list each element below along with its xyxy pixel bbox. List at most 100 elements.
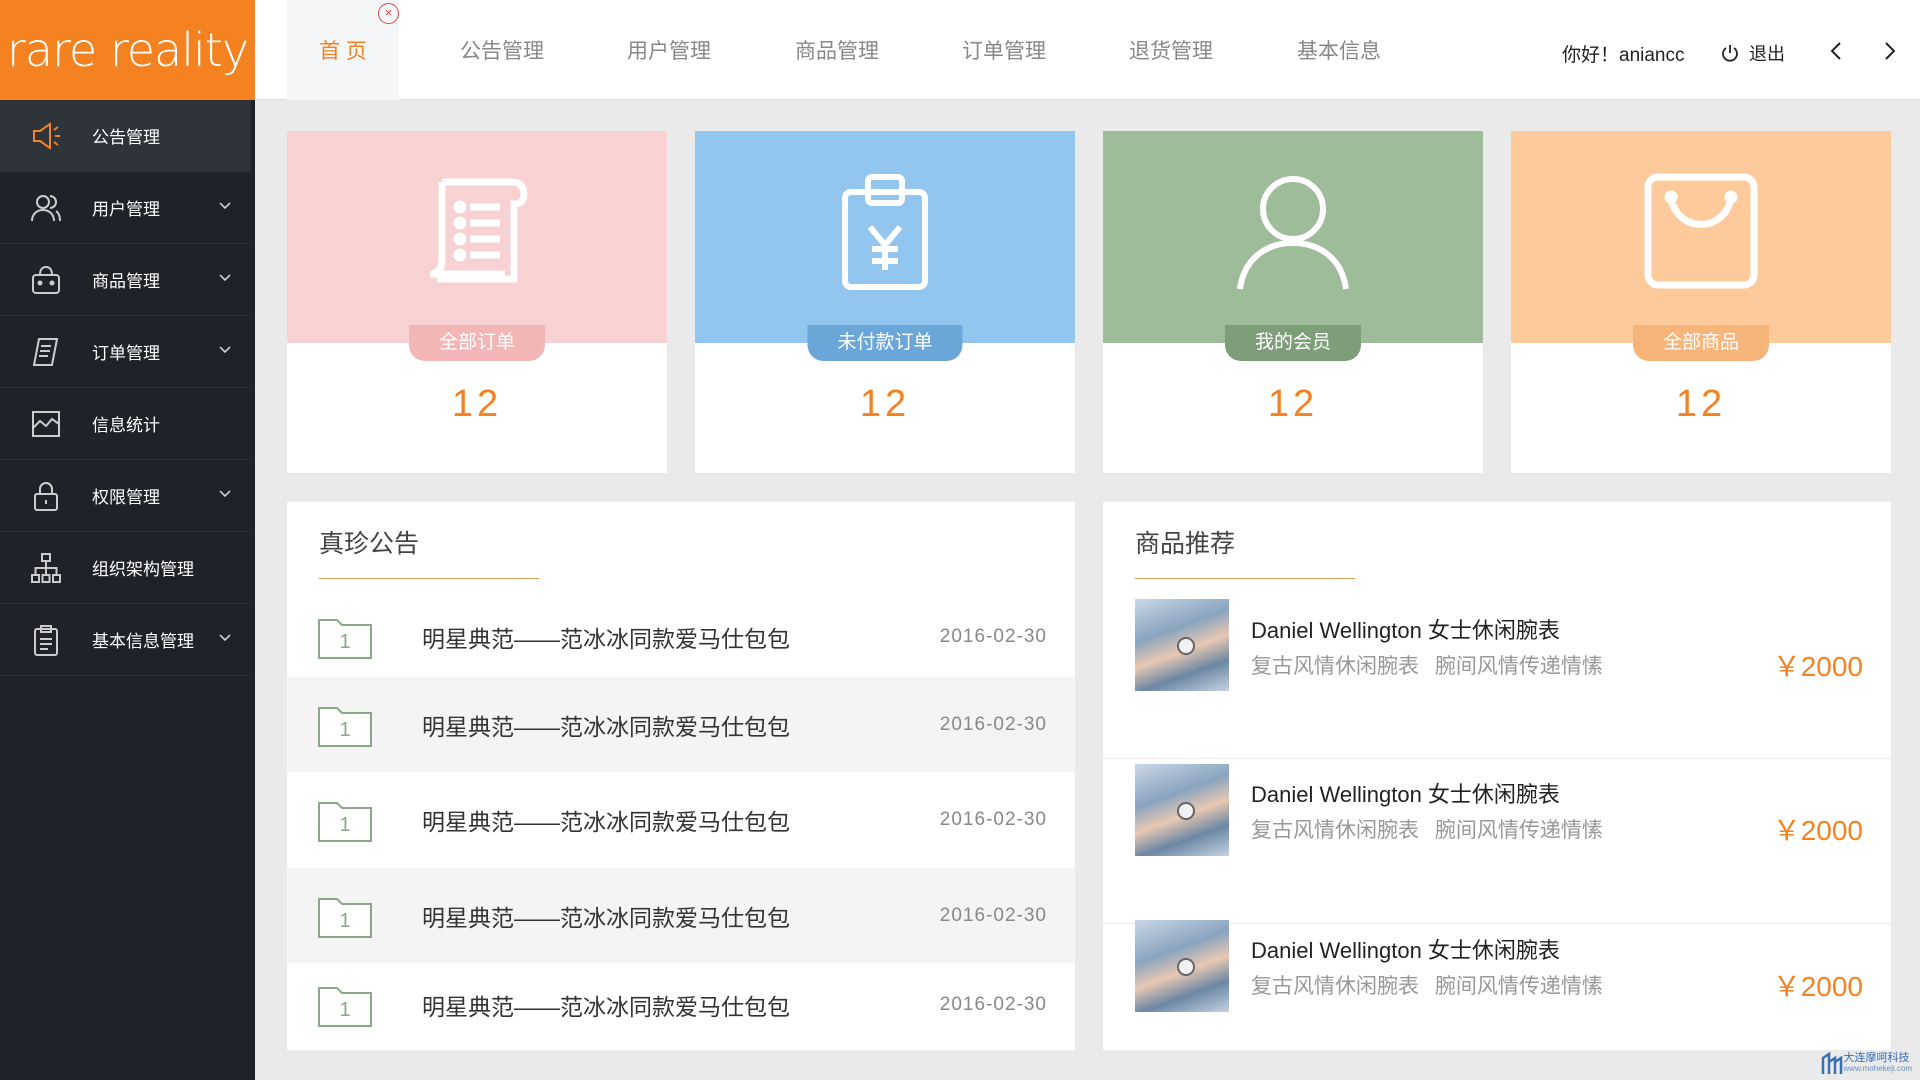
notice-title: 明星典范——范冰冰同款爱马仕包包: [422, 904, 790, 931]
stat-value: 12: [1675, 383, 1727, 425]
product-name: Daniel Wellington 女士休闲腕表: [1251, 938, 1560, 963]
list-item[interactable]: 1 明星典范——范冰冰同款爱马仕包包 2016-02-30: [287, 772, 1075, 867]
tab-returns[interactable]: 退货管理: [1116, 0, 1226, 100]
sidebar-item-label: 信息统计: [92, 416, 160, 435]
megaphone-icon: [28, 118, 64, 154]
product-price: ￥2000: [1772, 971, 1863, 1002]
notice-number: 1: [339, 719, 351, 741]
notice-title: 明星典范——范冰冰同款爱马仕包包: [422, 808, 790, 835]
product-image[interactable]: [1135, 764, 1229, 856]
logout-label: 退出: [1749, 44, 1785, 64]
tab-notices[interactable]: 公告管理: [447, 0, 557, 100]
notice-date: 2016-02-30: [939, 808, 1047, 830]
top-navigation: 首 页 × 公告管理 用户管理 商品管理 订单管理 退货管理 基本信息 你好！a…: [255, 0, 1920, 100]
sidebar-item-basic-info[interactable]: 基本信息管理: [0, 604, 251, 676]
product-name: Daniel Wellington 女士休闲腕表: [1251, 618, 1560, 643]
list-item[interactable]: 1 明星典范——范冰冰同款爱马仕包包 2016-02-30: [287, 589, 1075, 684]
sidebar-item-label: 组织架构管理: [92, 560, 194, 579]
sidebar-item-products[interactable]: 商品管理: [0, 244, 251, 316]
bag-icon: [1644, 173, 1758, 289]
logout-button[interactable]: 退出: [1720, 40, 1785, 66]
list-item[interactable]: 1 明星典范——范冰冰同款爱马仕包包 2016-02-30: [287, 957, 1075, 1052]
chevron-down-icon: [219, 490, 231, 498]
product-item[interactable]: Daniel Wellington 女士休闲腕表 复古风情休闲腕表 腕间风情传递…: [1103, 920, 1891, 1080]
notice-date: 2016-02-30: [939, 713, 1047, 735]
product-panel-title: 商品推荐: [1135, 524, 1355, 579]
tab-basic-info[interactable]: 基本信息: [1284, 0, 1394, 100]
sidebar-item-label: 基本信息管理: [92, 632, 194, 651]
sidebar-item-label: 公告管理: [92, 128, 160, 147]
list-item[interactable]: 1 明星典范——范冰冰同款爱马仕包包 2016-02-30: [287, 868, 1075, 963]
notice-number: 1: [339, 910, 351, 932]
product-image[interactable]: [1135, 920, 1229, 1012]
product-description: 复古风情休闲腕表 腕间风情传递情愫: [1251, 975, 1603, 998]
stat-card-unpaid-orders[interactable]: 未付款订单 12: [695, 131, 1075, 473]
product-description: 复古风情休闲腕表 腕间风情传递情愫: [1251, 655, 1603, 678]
close-tab-icon[interactable]: ×: [378, 3, 399, 24]
product-description: 复古风情休闲腕表 腕间风情传递情愫: [1251, 819, 1603, 842]
stat-value: 12: [1267, 383, 1319, 425]
chevron-right-icon[interactable]: [1879, 40, 1899, 62]
sidebar-item-label: 用户管理: [92, 200, 160, 219]
order-scroll-icon: [429, 178, 528, 283]
chevron-down-icon: [219, 346, 231, 354]
app-logo[interactable]: rare reality: [0, 0, 255, 100]
sidebar-item-statistics[interactable]: 信息统计: [0, 388, 251, 460]
sidebar-item-label: 订单管理: [92, 344, 160, 363]
tab-users[interactable]: 用户管理: [614, 0, 724, 100]
tab-products[interactable]: 商品管理: [782, 0, 892, 100]
sidebar-item-organization[interactable]: 组织架构管理: [0, 532, 251, 604]
notice-number: 1: [339, 999, 351, 1021]
notice-panel-title: 真珍公告: [319, 524, 539, 579]
stat-card-members[interactable]: 我的会员 12: [1103, 131, 1483, 473]
stat-label: 未付款订单: [807, 325, 963, 361]
shopping-basket-icon: [28, 262, 64, 298]
product-price: ￥2000: [1772, 651, 1863, 682]
sidebar-item-permissions[interactable]: 权限管理: [0, 460, 251, 532]
stat-card-all-orders[interactable]: 全部订单 12: [287, 131, 667, 473]
org-chart-icon: [28, 550, 64, 586]
product-name: Daniel Wellington 女士休闲腕表: [1251, 782, 1560, 807]
watermark-text: 大连摩呵科技: [1843, 1051, 1910, 1064]
product-item[interactable]: Daniel Wellington 女士休闲腕表 复古风情休闲腕表 腕间风情传递…: [1103, 599, 1891, 759]
tab-orders[interactable]: 订单管理: [949, 0, 1059, 100]
notice-title: 明星典范——范冰冰同款爱马仕包包: [422, 713, 790, 740]
notice-date: 2016-02-30: [939, 625, 1047, 647]
sidebar-item-orders[interactable]: 订单管理: [0, 316, 251, 388]
watermark-url: www.mohekeji.com: [1843, 1063, 1912, 1073]
notice-date: 2016-02-30: [939, 904, 1047, 926]
sidebar-item-label: 权限管理: [92, 488, 160, 507]
stat-value: 12: [451, 383, 503, 425]
sidebar-item-label: 商品管理: [92, 272, 160, 291]
user-greeting: 你好！aniancc: [1562, 45, 1685, 66]
product-item[interactable]: Daniel Wellington 女士休闲腕表 复古风情休闲腕表 腕间风情传递…: [1103, 764, 1891, 924]
notice-number: 1: [339, 631, 351, 653]
notice-date: 2016-02-30: [939, 993, 1047, 1015]
stat-label: 全部商品: [1632, 325, 1770, 361]
order-list-icon: [28, 334, 64, 370]
lock-icon: [28, 478, 64, 514]
product-price: ￥2000: [1772, 815, 1863, 846]
company-logo-icon: [1821, 1051, 1842, 1074]
member-icon: [1237, 176, 1349, 290]
clipboard-icon: [28, 622, 64, 658]
product-image[interactable]: [1135, 599, 1229, 691]
sidebar-item-notices[interactable]: 公告管理: [0, 100, 251, 172]
product-panel: 商品推荐 Daniel Wellington 女士休闲腕表 复古风情休闲腕表 腕…: [1103, 502, 1891, 1050]
chevron-down-icon: [219, 202, 231, 210]
users-icon: [28, 190, 64, 226]
stat-value: 12: [859, 383, 911, 425]
unpaid-clipboard-icon: [842, 174, 928, 290]
power-icon: [1722, 45, 1738, 62]
list-item[interactable]: 1 明星典范——范冰冰同款爱马仕包包 2016-02-30: [287, 677, 1075, 772]
stat-card-all-products[interactable]: 全部商品 12: [1511, 131, 1891, 473]
notice-panel: 真珍公告 1 明星典范——范冰冰同款爱马仕包包 2016-02-30 1 明星典…: [287, 502, 1075, 1050]
notice-title: 明星典范——范冰冰同款爱马仕包包: [422, 625, 790, 652]
chart-icon: [28, 406, 64, 442]
company-watermark: 大连摩呵科技 www.mohekeji.com: [1820, 1048, 1912, 1076]
notice-title: 明星典范——范冰冰同款爱马仕包包: [422, 993, 790, 1020]
chevron-left-icon[interactable]: [1827, 40, 1847, 62]
chevron-down-icon: [219, 634, 231, 642]
sidebar-item-users[interactable]: 用户管理: [0, 172, 251, 244]
stat-label: 我的会员: [1224, 325, 1362, 361]
